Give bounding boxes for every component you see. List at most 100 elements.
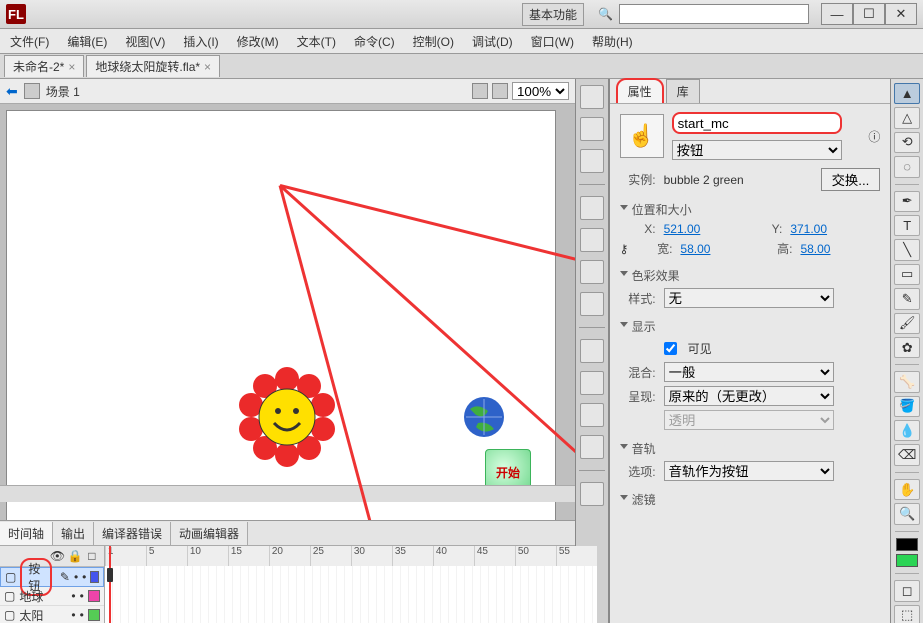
- tab-properties[interactable]: 属性: [616, 78, 664, 103]
- menu-insert[interactable]: 插入(I): [179, 31, 222, 52]
- playhead[interactable]: [109, 546, 111, 623]
- swap-button[interactable]: 交换...: [821, 168, 881, 191]
- option-tool[interactable]: ◻: [894, 580, 920, 601]
- sun-graphic[interactable]: [237, 367, 337, 467]
- layer-row[interactable]: ▢ 地球 ••: [0, 587, 104, 606]
- dock-icon[interactable]: [580, 371, 604, 395]
- tab-close-icon[interactable]: ×: [204, 60, 211, 74]
- layer-name[interactable]: 太阳: [19, 607, 43, 623]
- search-input[interactable]: [619, 4, 809, 24]
- menu-view[interactable]: 视图(V): [121, 31, 169, 52]
- menu-modify[interactable]: 修改(M): [233, 31, 283, 52]
- lasso-tool[interactable]: ◌: [894, 156, 920, 177]
- dock-icon[interactable]: [580, 403, 604, 427]
- frames-area[interactable]: 1510152025303540455055: [105, 546, 597, 623]
- menu-help[interactable]: 帮助(H): [588, 31, 637, 52]
- menu-edit[interactable]: 编辑(E): [63, 31, 111, 52]
- tab-motion-editor[interactable]: 动画编辑器: [171, 522, 248, 545]
- selection-tool[interactable]: ▲: [894, 83, 920, 104]
- paint-bucket-tool[interactable]: 🪣: [894, 396, 920, 417]
- menu-text[interactable]: 文本(T): [293, 31, 340, 52]
- eyedropper-tool[interactable]: 💧: [894, 420, 920, 441]
- line-tool[interactable]: ╲: [894, 239, 920, 260]
- info-icon[interactable]: ⓘ: [868, 128, 880, 145]
- subselection-tool[interactable]: △: [894, 107, 920, 128]
- maximize-button[interactable]: ☐: [853, 3, 885, 25]
- workspace-switcher[interactable]: 基本功能: [522, 3, 584, 26]
- fill-color[interactable]: [896, 554, 918, 567]
- color-style-select[interactable]: 无: [664, 288, 834, 308]
- section-track[interactable]: 音轨: [632, 440, 656, 457]
- tab-timeline[interactable]: 时间轴: [0, 522, 53, 545]
- dock-icon[interactable]: [580, 482, 604, 506]
- tab-close-icon[interactable]: ×: [68, 60, 75, 74]
- blend-select[interactable]: 一般: [664, 362, 834, 382]
- symbol-type-select[interactable]: 按钮: [672, 140, 842, 160]
- edit-symbol-icon[interactable]: [492, 83, 508, 99]
- option-tool[interactable]: ⬚: [894, 605, 920, 623]
- menu-window[interactable]: 窗口(W): [527, 31, 578, 52]
- pen-tool[interactable]: ✒: [894, 191, 920, 212]
- menu-commands[interactable]: 命令(C): [350, 31, 399, 52]
- stage-canvas[interactable]: 开始: [6, 110, 556, 520]
- dock-icon[interactable]: [580, 85, 604, 109]
- y-value[interactable]: 371.00: [790, 222, 827, 236]
- bone-tool[interactable]: 🦴: [894, 371, 920, 392]
- instance-name-input[interactable]: [672, 112, 842, 134]
- menu-debug[interactable]: 调试(D): [468, 31, 517, 52]
- zoom-tool[interactable]: 🔍: [894, 503, 920, 524]
- stage-area[interactable]: 开始: [0, 104, 575, 520]
- pencil-tool[interactable]: ✎: [894, 288, 920, 309]
- dock-icon[interactable]: [580, 435, 604, 459]
- stroke-color[interactable]: [896, 538, 918, 551]
- section-display[interactable]: 显示: [632, 318, 656, 335]
- brush-tool[interactable]: 🖌: [894, 313, 920, 334]
- eye-icon[interactable]: 👁: [50, 549, 62, 563]
- rectangle-tool[interactable]: ▭: [894, 264, 920, 285]
- section-filters[interactable]: 滤镜: [632, 491, 656, 508]
- free-transform-tool[interactable]: ⟲: [894, 132, 920, 153]
- render-select[interactable]: 原来的（无更改）: [664, 386, 834, 406]
- document-tab[interactable]: 未命名-2*×: [4, 55, 84, 77]
- dock-icon[interactable]: [580, 339, 604, 363]
- visible-checkbox[interactable]: [664, 342, 677, 355]
- layer-name[interactable]: 地球: [19, 588, 43, 605]
- menu-file[interactable]: 文件(F): [6, 31, 53, 52]
- lock-aspect-icon[interactable]: ⚷: [620, 242, 629, 256]
- menu-control[interactable]: 控制(O): [409, 31, 458, 52]
- dock-icon[interactable]: [580, 228, 604, 252]
- width-value[interactable]: 58.00: [680, 242, 710, 256]
- deco-tool[interactable]: ✿: [894, 337, 920, 358]
- document-tab[interactable]: 地球绕太阳旋转.fla*×: [86, 55, 220, 77]
- zoom-select[interactable]: 100%: [512, 82, 569, 100]
- section-position-size[interactable]: 位置和大小: [632, 201, 692, 218]
- tab-library[interactable]: 库: [666, 79, 700, 103]
- eraser-tool[interactable]: ⌫: [894, 444, 920, 465]
- layer-row[interactable]: ▢ 按钮 ✎••: [0, 567, 104, 587]
- frame-ruler[interactable]: 1510152025303540455055: [105, 546, 597, 567]
- layer-header: 👁 🔒 □: [0, 546, 104, 567]
- section-color-effect[interactable]: 色彩效果: [632, 267, 680, 284]
- layer-row[interactable]: ▢ 太阳 ••: [0, 606, 104, 623]
- lock-icon[interactable]: 🔒: [68, 549, 80, 563]
- dock-icon[interactable]: [580, 149, 604, 173]
- dock-icon[interactable]: [580, 260, 604, 284]
- dock-icon[interactable]: [580, 196, 604, 220]
- track-option-select[interactable]: 音轨作为按钮: [664, 461, 834, 481]
- height-value[interactable]: 58.00: [800, 242, 830, 256]
- back-arrow-icon[interactable]: ⬅: [6, 83, 18, 100]
- close-button[interactable]: ✕: [885, 3, 917, 25]
- tab-output[interactable]: 输出: [53, 522, 94, 545]
- edit-scene-icon[interactable]: [472, 83, 488, 99]
- earth-graphic[interactable]: [460, 393, 508, 441]
- tab-compiler-errors[interactable]: 编译器错误: [94, 522, 171, 545]
- dock-icon[interactable]: [580, 292, 604, 316]
- outline-icon[interactable]: □: [86, 549, 98, 563]
- text-tool[interactable]: T: [894, 215, 920, 236]
- horizontal-scrollbar[interactable]: [0, 485, 575, 502]
- minimize-button[interactable]: —: [821, 3, 853, 25]
- x-value[interactable]: 521.00: [664, 222, 701, 236]
- dock-icon[interactable]: [580, 117, 604, 141]
- keyframe[interactable]: [107, 568, 113, 582]
- hand-tool[interactable]: ✋: [894, 479, 920, 500]
